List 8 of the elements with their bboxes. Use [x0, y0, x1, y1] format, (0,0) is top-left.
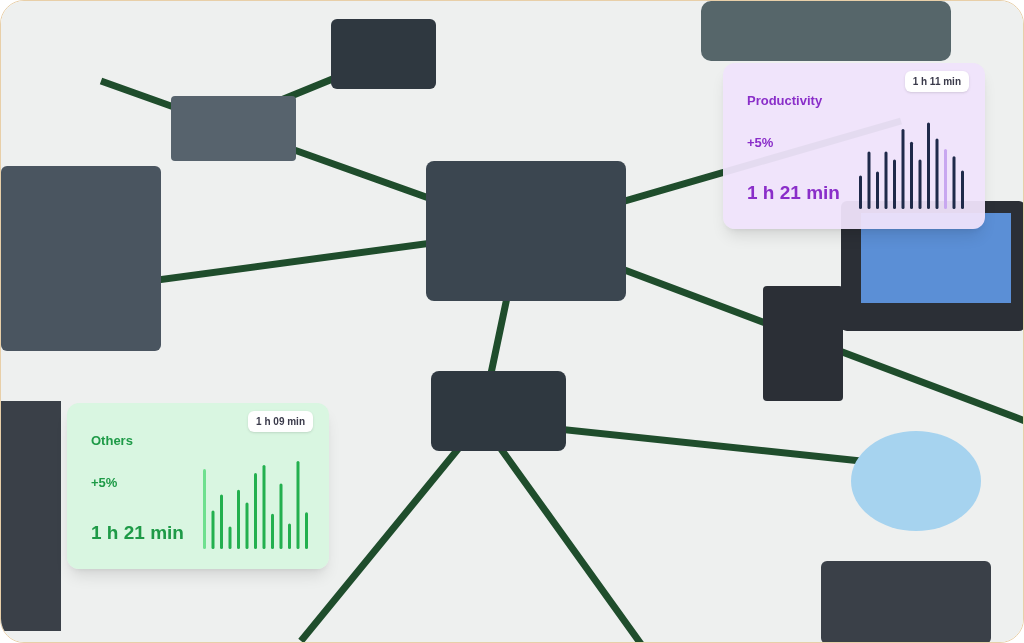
- change-percent: +5%: [91, 474, 118, 492]
- card-title: Others: [91, 432, 133, 450]
- time-tooltip: 1 h 11 min: [904, 71, 969, 92]
- total-time: 1 h 21 min: [747, 181, 840, 205]
- total-time: 1 h 21 min: [91, 521, 184, 545]
- card-title: Productivity: [747, 92, 823, 110]
- time-tooltip: 1 h 09 min: [248, 411, 313, 432]
- change-percent: +5%: [747, 134, 774, 152]
